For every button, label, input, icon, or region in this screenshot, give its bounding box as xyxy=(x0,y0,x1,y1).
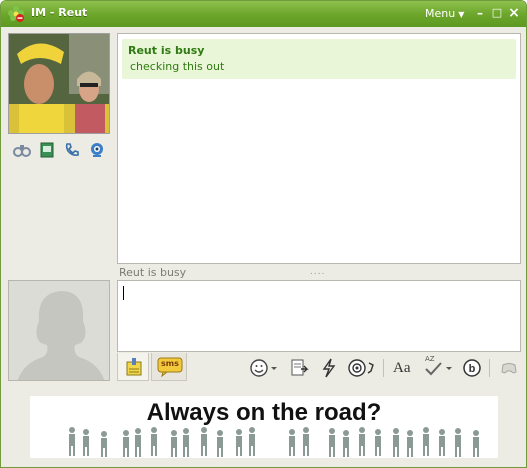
typing-status-label: Reut is busy xyxy=(119,266,187,279)
avatar-silhouette-icon xyxy=(9,281,109,380)
voice-clip-icon[interactable] xyxy=(347,357,377,379)
chat-history[interactable]: Reut is busy checking this out xyxy=(117,33,521,264)
spell-check-label: AZ xyxy=(425,355,435,363)
ad-banner[interactable]: Always on the road? xyxy=(30,396,498,458)
menu-label: Menu xyxy=(425,7,456,20)
menu-button[interactable]: Menu ▼ xyxy=(425,7,464,20)
status-title: Reut is busy xyxy=(128,44,205,57)
b-icon[interactable]: b xyxy=(462,357,482,379)
svg-text:b: b xyxy=(469,363,476,375)
contact-photo[interactable] xyxy=(8,33,110,134)
title-bar[interactable]: IM - Reut Menu ▼ – □ × xyxy=(1,1,526,27)
games-icon[interactable] xyxy=(499,357,519,379)
contact-photo-image xyxy=(9,34,109,133)
file-transfer-icon[interactable] xyxy=(289,357,309,379)
maximize-button[interactable]: □ xyxy=(490,6,504,20)
status-message: checking this out xyxy=(130,60,225,73)
toolbar-divider xyxy=(489,359,490,377)
splitter-handle[interactable]: .... xyxy=(310,267,325,277)
tab-notepad[interactable] xyxy=(117,353,149,381)
window-title: IM - Reut xyxy=(31,6,88,19)
icq-flower-icon[interactable] xyxy=(7,5,25,23)
close-button[interactable]: × xyxy=(507,6,521,20)
notepad-icon xyxy=(126,358,142,376)
webcam-icon[interactable] xyxy=(88,141,106,159)
contact-actions xyxy=(13,141,108,161)
compose-toolbar: sms Aa AZ b xyxy=(117,353,521,383)
notebook-icon[interactable] xyxy=(38,141,56,159)
message-input[interactable] xyxy=(117,280,521,352)
text-caret xyxy=(123,286,124,300)
im-window: IM - Reut Menu ▼ – □ × Reut is busy chec… xyxy=(0,0,527,468)
font-icon[interactable]: Aa xyxy=(393,357,417,379)
my-avatar[interactable] xyxy=(8,280,110,381)
spell-check-button[interactable]: AZ xyxy=(423,355,455,379)
toolbar-divider xyxy=(383,359,384,377)
emoticons-button[interactable] xyxy=(249,357,279,379)
status-notification: Reut is busy checking this out xyxy=(122,39,516,79)
nudge-icon[interactable] xyxy=(320,357,338,379)
smiley-icon xyxy=(250,359,277,377)
chevron-down-icon: ▼ xyxy=(458,10,465,19)
binoculars-icon[interactable] xyxy=(13,141,31,159)
phone-icon[interactable] xyxy=(63,141,81,159)
minimize-button[interactable]: – xyxy=(473,6,487,20)
tab-sms[interactable]: sms xyxy=(151,353,187,381)
walking-people-image xyxy=(69,427,479,457)
sms-label: sms xyxy=(161,359,179,368)
ad-headline: Always on the road? xyxy=(146,399,382,426)
